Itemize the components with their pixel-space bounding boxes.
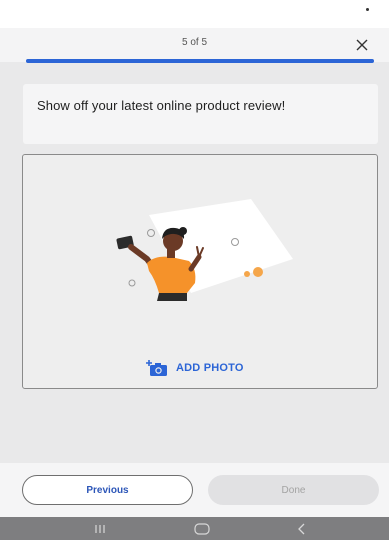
home-button[interactable]: [182, 517, 222, 540]
back-button[interactable]: [282, 517, 322, 540]
add-photo-camera-icon: [146, 360, 167, 376]
recents-icon: [95, 524, 105, 533]
photo-upload-area[interactable]: ADD PHOTO: [22, 154, 378, 389]
system-nav-bar: [0, 517, 389, 540]
progress-bar: [26, 59, 374, 63]
selfie-illustration: [116, 199, 293, 301]
add-photo-label: ADD PHOTO: [176, 362, 244, 374]
close-button[interactable]: [349, 32, 375, 58]
done-button[interactable]: Done: [208, 475, 379, 505]
progress-fill: [26, 59, 374, 63]
footer: Previous Done: [0, 463, 389, 517]
prompt-card: Show off your latest online product revi…: [23, 84, 378, 144]
back-icon: [298, 523, 305, 534]
header: 5 of 5: [0, 28, 389, 62]
status-dot-icon: [366, 8, 369, 11]
home-icon: [194, 522, 210, 535]
close-icon: [356, 39, 368, 51]
prompt-text: Show off your latest online product revi…: [37, 98, 286, 113]
recents-button[interactable]: [80, 517, 120, 540]
status-bar: [0, 0, 389, 28]
step-counter: 5 of 5: [181, 37, 208, 48]
previous-button[interactable]: Previous: [22, 475, 193, 505]
add-photo-button[interactable]: ADD PHOTO: [146, 357, 244, 379]
